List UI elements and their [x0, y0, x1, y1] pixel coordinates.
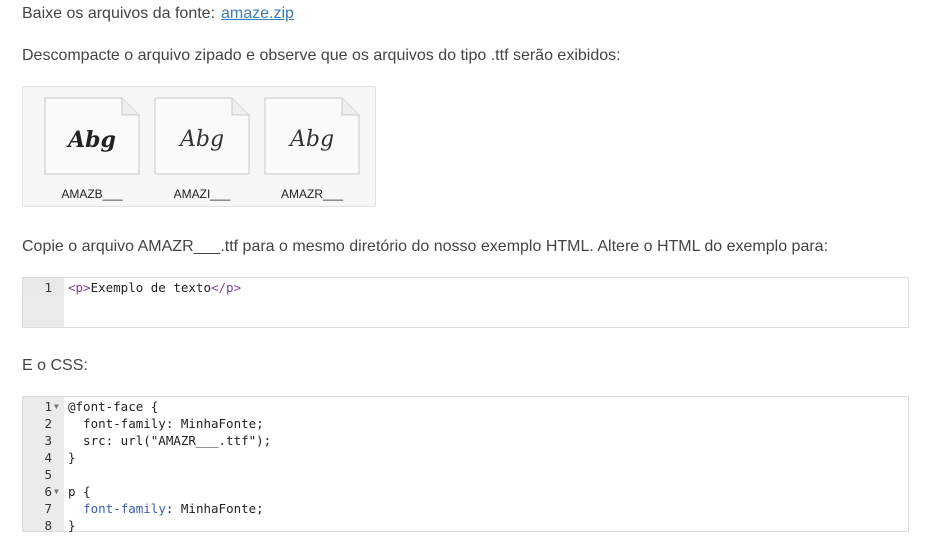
css-code-editor[interactable]: 1 ▼ @font-face { 2 font-family: MinhaFon… [22, 396, 909, 534]
code-line: 2 font-family: MinhaFonte; [23, 415, 908, 432]
line-number: 2 [44, 416, 52, 431]
code-text: } [68, 450, 76, 465]
fold-arrow-icon[interactable]: ▼ [54, 398, 59, 415]
line-number: 6 [44, 484, 52, 499]
font-preview-glyph: Abg [289, 127, 335, 152]
font-preview-glyph: Abg [179, 127, 225, 152]
code-line: 4 } [23, 449, 908, 466]
open-tag: <p> [68, 280, 91, 295]
font-file-amazr[interactable]: Abg AMAZR___ [264, 97, 360, 201]
code-text: @font-face { [68, 399, 159, 414]
css-value: : MinhaFonte; [165, 501, 264, 516]
code-line: 1 ▼ @font-face { [23, 398, 908, 415]
file-name: AMAZI___ [173, 187, 231, 201]
download-line: Baixe os arquivos da fonte: amaze.zip [22, 5, 294, 23]
line-number: 1 [44, 280, 52, 295]
code-line: 7 font-family: MinhaFonte; [23, 500, 908, 517]
file-name: AMAZB___ [61, 187, 123, 201]
code-line: 1 <p>Exemplo de texto</p> [23, 279, 908, 296]
code-text: } [68, 518, 76, 533]
line-number: 5 [44, 467, 52, 482]
css-label: E o CSS: [22, 357, 88, 374]
download-label: Baixe os arquivos da fonte: [22, 5, 216, 22]
code-text: p { [68, 484, 91, 499]
code-text: src: url("AMAZR___.ttf"); [68, 433, 272, 448]
file-name: AMAZR___ [280, 187, 344, 201]
tag-text: Exemplo de texto [90, 280, 211, 295]
font-file-amazi[interactable]: Abg AMAZI___ [154, 97, 250, 201]
file-icon: Abg [264, 97, 360, 175]
css-property: font-family [83, 501, 166, 516]
line-number: 4 [44, 450, 52, 465]
fold-arrow-icon[interactable]: ▼ [54, 483, 59, 500]
code-line: 5 [23, 466, 908, 483]
download-link[interactable]: amaze.zip [221, 5, 294, 22]
code-line: 6 ▼ p { [23, 483, 908, 500]
close-tag: </p> [211, 280, 242, 295]
line-number: 8 [44, 518, 52, 533]
code-line: 8 } [23, 517, 908, 534]
line-number: 1 [44, 399, 52, 414]
code-line: 3 src: url("AMAZR___.ttf"); [23, 432, 908, 449]
font-preview-glyph: Abg [68, 127, 116, 153]
line-number: 3 [44, 433, 52, 448]
file-icon: Abg [44, 97, 140, 175]
copy-instructions: Copie o arquivo AMAZR___.ttf para o mesm… [22, 238, 829, 255]
intro-paragraph: Descompacte o arquivo zipado e observe q… [22, 47, 621, 64]
html-code-editor[interactable]: 1 <p>Exemplo de texto</p> [22, 277, 909, 328]
font-files-panel: Abg AMAZB___ Abg AMAZI___ Abg AMAZR___ [22, 86, 376, 207]
font-file-amazb[interactable]: Abg AMAZB___ [44, 97, 140, 201]
file-icon: Abg [154, 97, 250, 175]
code-text: font-family: MinhaFonte; [68, 416, 264, 431]
line-number: 7 [44, 501, 52, 516]
